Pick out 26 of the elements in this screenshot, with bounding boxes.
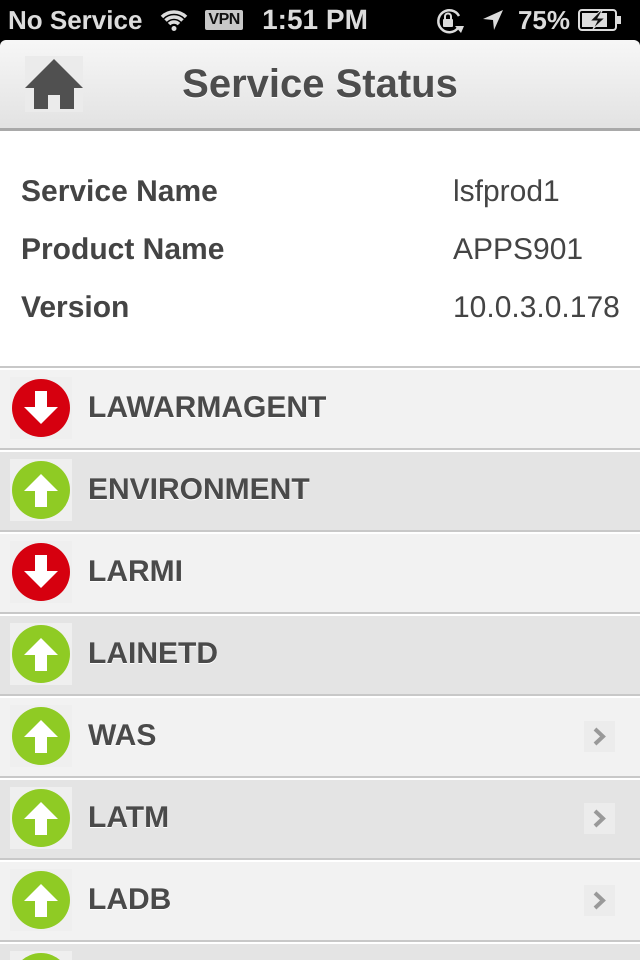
home-icon	[25, 57, 83, 111]
wifi-icon	[159, 9, 190, 31]
battery-percent: 75%	[518, 5, 570, 35]
service-name: WAS	[88, 719, 156, 753]
info-label: Product Name	[21, 233, 226, 267]
info-label: Version	[21, 291, 130, 325]
info-label: Service Name	[21, 175, 219, 209]
vpn-badge: VPN	[205, 10, 243, 30]
service-name: LATM	[88, 801, 170, 835]
service-row[interactable]: ENVIRONMENT	[0, 448, 640, 530]
battery-icon	[578, 9, 622, 31]
service-name: LAWARMAGENT	[88, 391, 326, 425]
service-name: LARMI	[88, 555, 183, 589]
carrier-label: No Service	[8, 5, 142, 35]
info-value: 10.0.3.0.178	[453, 291, 621, 325]
clock-time: 1:51 PM	[262, 5, 368, 35]
service-row[interactable]: LAINETD	[0, 612, 640, 694]
service-name: ENVIRONMENT	[88, 473, 310, 507]
info-value: lsfprod1	[453, 175, 561, 209]
nav-title: Service Status	[182, 62, 458, 106]
service-name: LAINETD	[88, 637, 218, 671]
info-value: APPS901	[453, 233, 584, 267]
home-button[interactable]	[25, 56, 83, 112]
service-name: LADB	[88, 883, 172, 917]
location-arrow-icon	[482, 9, 504, 31]
service-row[interactable]: LATM	[0, 776, 640, 858]
